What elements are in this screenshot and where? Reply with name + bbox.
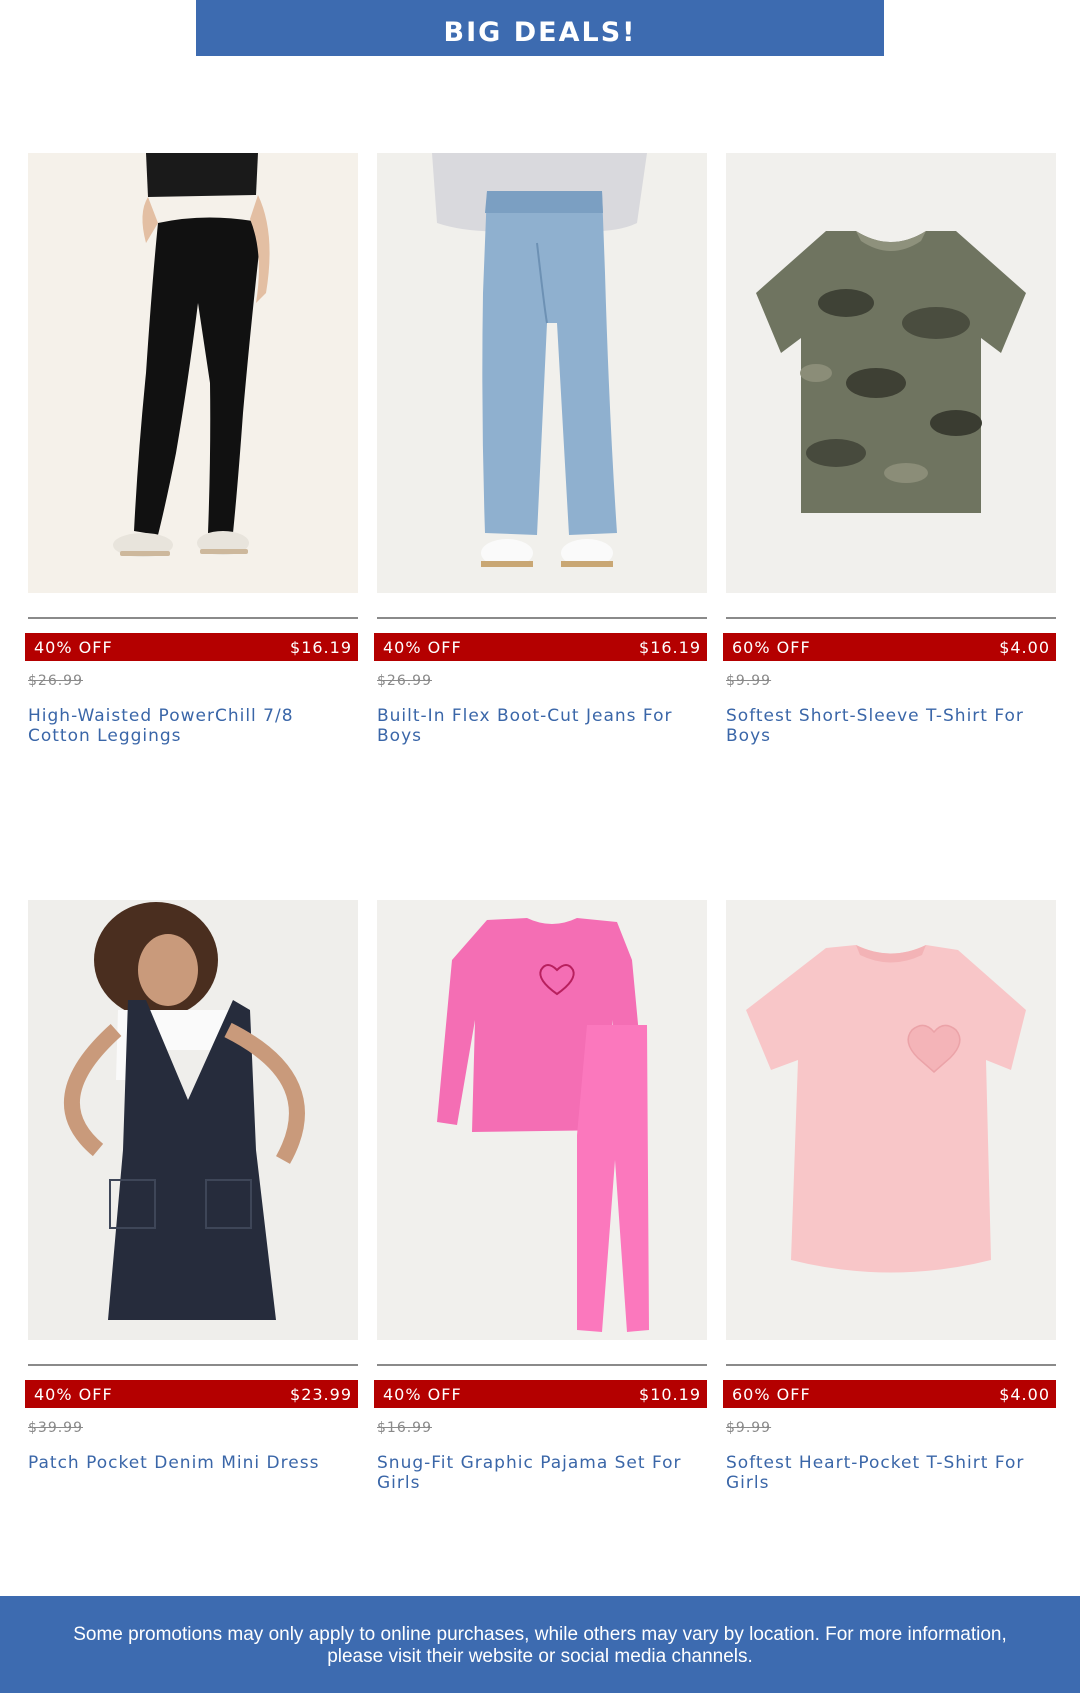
product-name-link[interactable]: Softest Short-Sleeve T-Shirt For Boys	[726, 706, 1056, 746]
product-card[interactable]: 60% OFF $4.00 $9.99 Softest Short-Sleeve…	[723, 153, 1056, 746]
product-name-link[interactable]: Built-In Flex Boot-Cut Jeans For Boys	[377, 706, 707, 746]
product-name-link[interactable]: High-Waisted PowerChill 7/8 Cotton Leggi…	[28, 706, 358, 746]
sale-price: $16.19	[639, 637, 701, 657]
sale-price: $4.00	[999, 637, 1050, 657]
discount-label: 40% OFF	[383, 637, 462, 657]
discount-label: 60% OFF	[732, 637, 811, 657]
deal-bar: 40% OFF $16.19	[374, 633, 707, 661]
divider	[726, 617, 1056, 619]
deal-bar: 40% OFF $16.19	[25, 633, 358, 661]
deal-bar: 60% OFF $4.00	[723, 633, 1056, 661]
divider	[28, 1364, 358, 1366]
original-price: $9.99	[726, 1420, 772, 1436]
product-name-link[interactable]: Snug-Fit Graphic Pajama Set For Girls	[377, 1453, 707, 1493]
denim-dress-image	[28, 900, 358, 1340]
deal-bar: 40% OFF $10.19	[374, 1380, 707, 1408]
discount-label: 40% OFF	[34, 1384, 113, 1404]
footer-text: Some promotions may only apply to online…	[73, 1624, 1007, 1667]
product-card[interactable]: 40% OFF $16.19 $26.99 Built-In Flex Boot…	[374, 153, 707, 746]
product-image-camo-tshirt[interactable]	[726, 153, 1056, 593]
original-price: $9.99	[726, 673, 772, 689]
camo-tshirt-image	[726, 153, 1056, 593]
product-name-link[interactable]: Softest Heart-Pocket T-Shirt For Girls	[726, 1453, 1056, 1493]
jeans-image	[377, 153, 707, 593]
product-image-denim-dress[interactable]	[28, 900, 358, 1340]
leggings-image	[28, 153, 358, 593]
divider	[377, 617, 707, 619]
product-name-link[interactable]: Patch Pocket Denim Mini Dress	[28, 1453, 358, 1473]
discount-label: 40% OFF	[383, 1384, 462, 1404]
discount-label: 40% OFF	[34, 637, 113, 657]
sale-price: $10.19	[639, 1384, 701, 1404]
product-image-leggings[interactable]	[28, 153, 358, 593]
deal-bar: 60% OFF $4.00	[723, 1380, 1056, 1408]
original-price: $39.99	[28, 1420, 83, 1436]
sale-price: $4.00	[999, 1384, 1050, 1404]
big-deals-banner: BIG DEALS!	[196, 0, 884, 56]
product-card[interactable]: 60% OFF $4.00 $9.99 Softest Heart-Pocket…	[723, 900, 1056, 1493]
sale-price: $23.99	[290, 1384, 352, 1404]
divider	[28, 617, 358, 619]
divider	[726, 1364, 1056, 1366]
product-card[interactable]: 40% OFF $10.19 $16.99 Snug-Fit Graphic P…	[374, 900, 707, 1493]
original-price: $26.99	[28, 673, 83, 689]
product-card[interactable]: 40% OFF $16.19 $26.99 High-Waisted Power…	[25, 153, 358, 746]
pajama-set-image	[377, 900, 707, 1340]
heart-pocket-tshirt-image	[726, 900, 1056, 1340]
product-image-heart-pocket-tshirt[interactable]	[726, 900, 1056, 1340]
deal-bar: 40% OFF $23.99	[25, 1380, 358, 1408]
original-price: $26.99	[377, 673, 432, 689]
product-image-jeans[interactable]	[377, 153, 707, 593]
sale-price: $16.19	[290, 637, 352, 657]
discount-label: 60% OFF	[732, 1384, 811, 1404]
divider	[377, 1364, 707, 1366]
product-image-pajama-set[interactable]	[377, 900, 707, 1340]
original-price: $16.99	[377, 1420, 432, 1436]
product-card[interactable]: 40% OFF $23.99 $39.99 Patch Pocket Denim…	[25, 900, 358, 1473]
footer-disclaimer: Some promotions may only apply to online…	[0, 1596, 1080, 1693]
